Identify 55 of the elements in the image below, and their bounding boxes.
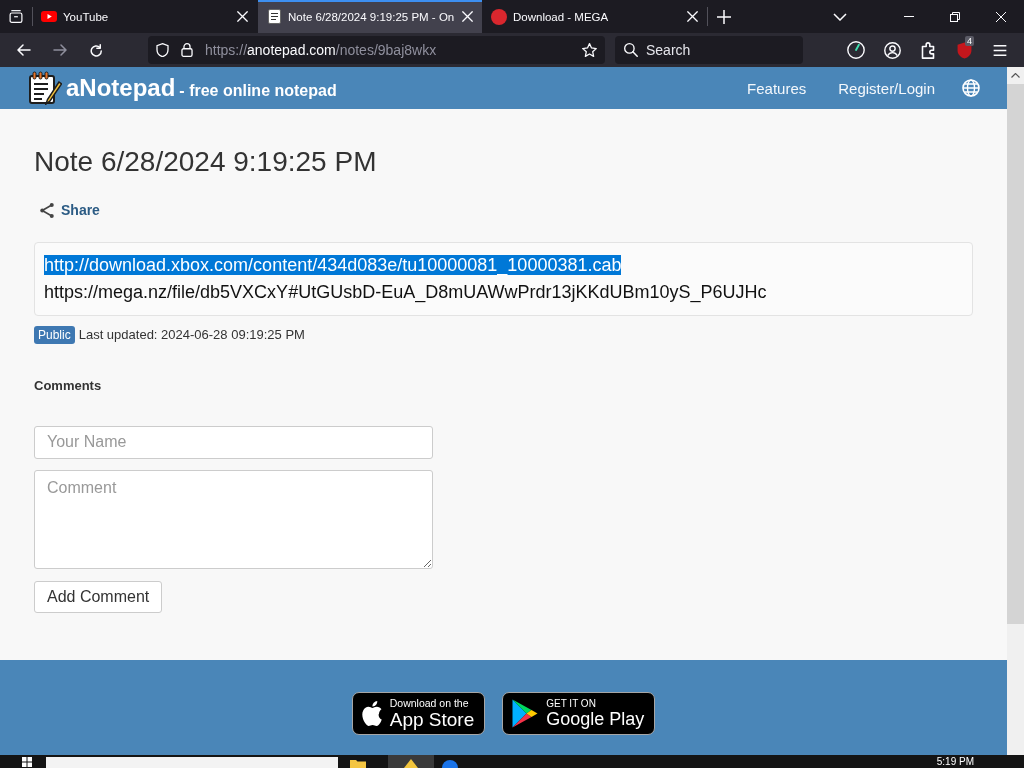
close-tab-icon[interactable] [237,11,248,22]
note-title: Note 6/28/2024 9:19:25 PM [34,145,377,179]
notepad-pencil-logo-icon[interactable] [28,71,62,105]
chevron-up-icon[interactable] [1011,73,1020,78]
add-comment-button[interactable]: Add Comment [34,580,163,613]
extension-badge: 4 [965,36,974,46]
reload-icon[interactable] [89,43,103,57]
lock-icon[interactable] [181,43,193,57]
play-icon [41,11,57,22]
new-tab-icon[interactable] [716,9,731,24]
address-field[interactable]: https://anotepad.com/notes/9baj8wkx [148,36,605,64]
clock-text: 5:19 PM [936,756,974,768]
apple-icon [361,701,382,726]
shield-icon[interactable] [156,43,169,57]
account-icon[interactable] [883,41,901,59]
browser-tab[interactable]: Note 6/28/2024 9:19:25 PM - On [258,0,482,33]
share-icon [40,202,54,218]
comments-heading: Comments [34,377,102,394]
restore-icon[interactable] [950,11,960,22]
notepad-icon [267,9,281,24]
window-grid-icon[interactable] [22,757,32,767]
back-icon[interactable] [17,44,31,56]
circle-app-icon[interactable] [442,760,458,768]
taskbar-search-field[interactable] [46,757,338,768]
triangle-icon[interactable] [404,759,418,768]
search-field[interactable]: Search [615,36,803,64]
store-badge[interactable]: GET IT ON Google Play [502,692,656,735]
menu-icon[interactable] [993,44,1007,56]
scrollbar-thumb[interactable] [1007,84,1024,624]
visibility-badge: Public [34,325,75,344]
globe-icon[interactable] [962,79,980,97]
comment-field[interactable]: Comment [34,469,433,569]
site-tagline: - free online notepad [179,82,337,100]
circle-icon [491,8,507,25]
close-icon[interactable] [996,11,1006,22]
puzzle-icon[interactable] [921,41,935,59]
gauge-icon[interactable] [847,41,865,59]
last-updated-text: Last updated: 2024-06-28 09:19:25 PM [78,327,305,342]
store-badge[interactable]: Download on the App Store [351,692,486,735]
nav-link[interactable]: Register/Login [838,79,935,97]
close-tab-icon[interactable] [462,11,473,22]
star-icon[interactable] [582,43,597,57]
tray-icon[interactable] [9,10,23,23]
play-triangle-icon [512,699,539,728]
search-icon [624,43,638,57]
folder-icon[interactable] [350,759,366,768]
note-text-line: https://mega.nz/file/db5VXCxY#UtGUsbD-EuA_D8mUAWwPrdr13jKKdUBm10yS_P6UJHc [44,281,767,302]
chevron-down-icon[interactable] [833,12,847,21]
close-tab-icon[interactable] [687,11,698,22]
nav-link[interactable]: Features [747,79,807,97]
share-link[interactable]: Share [40,200,100,220]
browser-tab[interactable]: YouTube [33,0,257,33]
name-field[interactable]: Your Name [34,425,433,459]
site-name[interactable]: aNotepad [66,74,176,102]
browser-tab[interactable]: Download - MEGA [483,0,707,33]
